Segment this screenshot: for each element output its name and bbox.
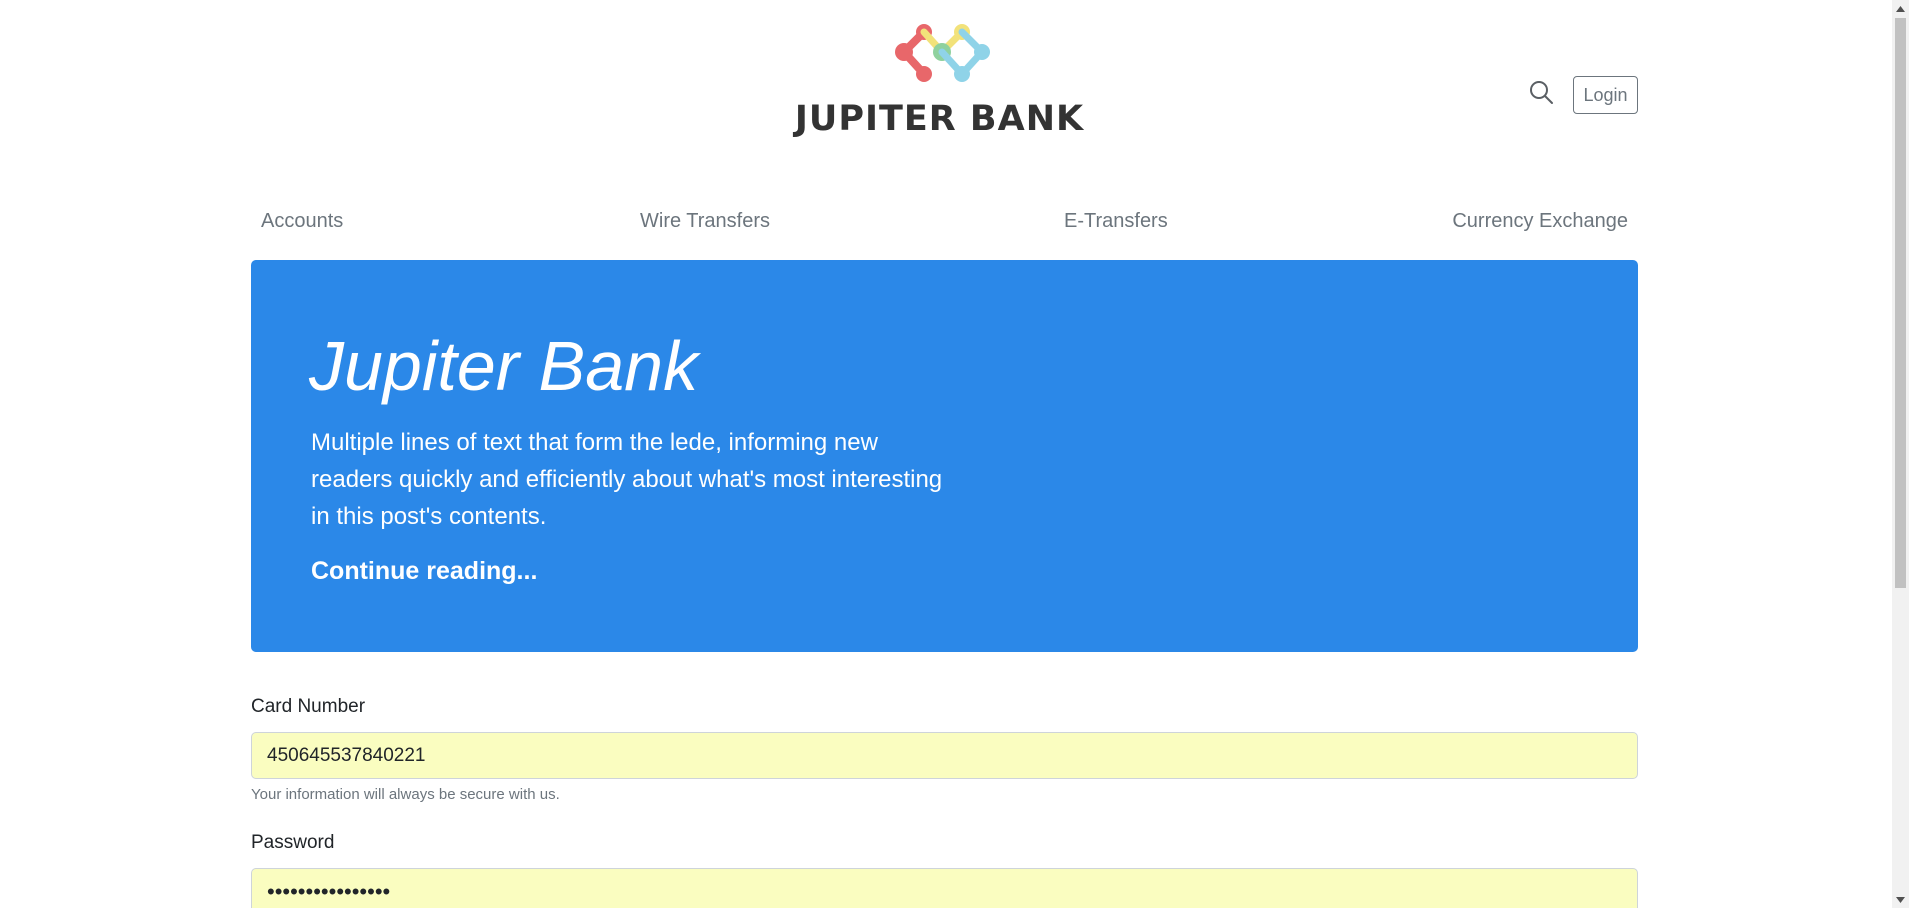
password-input[interactable] [251, 868, 1638, 908]
logo-icon [895, 24, 990, 82]
card-number-input[interactable] [251, 732, 1638, 779]
page: JUPITER BANK Login Accounts Wire Transfe… [0, 0, 1909, 908]
brand-logo[interactable]: JUPITER BANK [787, 24, 1092, 144]
nav-item-e-transfers[interactable]: E-Transfers [1054, 206, 1178, 237]
hero-lede: Multiple lines of text that form the led… [311, 429, 943, 530]
arrow-down-icon [1896, 896, 1905, 903]
main-nav: Accounts Wire Transfers E-Transfers Curr… [251, 206, 1638, 238]
scrollbar-thumb[interactable] [1895, 18, 1906, 588]
hero-title: Jupiter Bank [309, 327, 699, 405]
search-icon [1530, 81, 1553, 104]
hero-banner: Jupiter Bank Multiple lines of text that… [251, 260, 1638, 652]
vertical-scrollbar[interactable] [1892, 0, 1909, 908]
scroll-down-button[interactable] [1892, 891, 1909, 908]
arrow-up-icon [1896, 5, 1905, 12]
nav-item-accounts[interactable]: Accounts [251, 206, 353, 237]
nav-item-wire-transfers[interactable]: Wire Transfers [630, 206, 780, 237]
card-number-label: Card Number [251, 696, 366, 717]
continue-reading-link[interactable]: Continue reading... [311, 557, 537, 586]
password-label: Password [251, 832, 335, 853]
brand-name: JUPITER BANK [794, 99, 1085, 139]
nav-item-currency-exchange[interactable]: Currency Exchange [1442, 206, 1638, 237]
card-number-help: Your information will always be secure w… [251, 786, 560, 803]
login-button[interactable]: Login [1573, 76, 1638, 114]
search-button[interactable] [1527, 78, 1555, 106]
scroll-up-button[interactable] [1892, 0, 1909, 17]
